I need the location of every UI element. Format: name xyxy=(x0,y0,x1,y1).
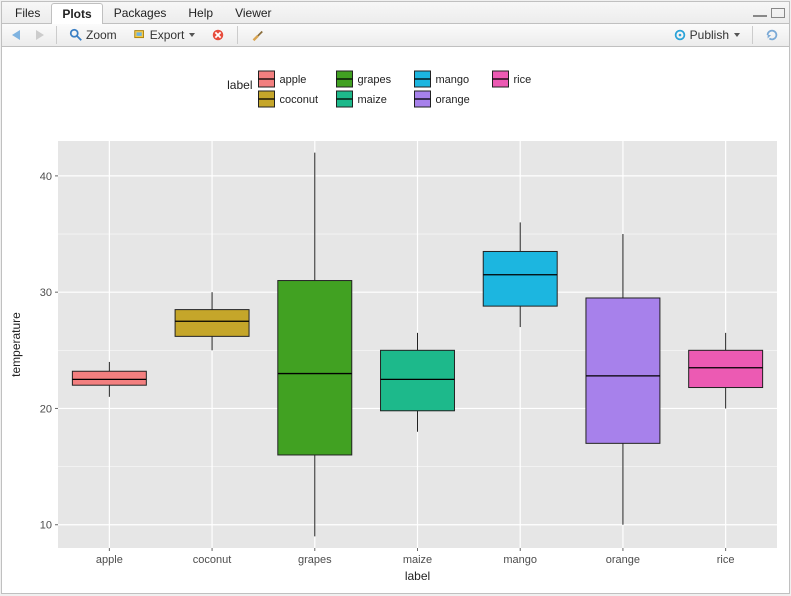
plot-area: 10 20 30 40 temperature apple coconut grapes mai… xyxy=(2,47,789,593)
pane-tabs: Files Plots Packages Help Viewer xyxy=(2,2,789,24)
export-button[interactable]: Export xyxy=(127,25,202,45)
svg-text:apple: apple xyxy=(280,74,307,86)
chevron-down-icon xyxy=(189,33,195,37)
publish-label: Publish xyxy=(690,28,729,42)
svg-text:grapes: grapes xyxy=(358,74,392,86)
remove-plot-button[interactable] xyxy=(205,25,231,45)
clear-all-button[interactable] xyxy=(244,25,270,45)
tab-plots[interactable]: Plots xyxy=(51,3,102,24)
zoom-button[interactable]: Zoom xyxy=(63,25,123,45)
export-label: Export xyxy=(150,28,185,42)
svg-text:grapes: grapes xyxy=(298,554,332,566)
tab-packages[interactable]: Packages xyxy=(103,2,178,23)
svg-text:maize: maize xyxy=(403,554,432,566)
plots-toolbar: Zoom Export Publish xyxy=(2,24,789,47)
svg-text:orange: orange xyxy=(606,554,640,566)
prev-plot-button[interactable] xyxy=(6,27,26,43)
svg-text:coconut: coconut xyxy=(280,94,319,106)
publish-icon xyxy=(673,28,687,42)
svg-text:mango: mango xyxy=(436,74,470,86)
arrow-right-icon xyxy=(36,30,44,40)
maximize-icon[interactable] xyxy=(771,8,785,18)
svg-text:30: 30 xyxy=(40,287,52,299)
publish-button[interactable]: Publish xyxy=(667,25,746,45)
svg-text:rice: rice xyxy=(514,74,532,86)
tab-help[interactable]: Help xyxy=(177,2,224,23)
zoom-icon xyxy=(69,28,83,42)
broom-icon xyxy=(250,28,264,42)
tab-viewer[interactable]: Viewer xyxy=(224,2,282,23)
svg-text:coconut: coconut xyxy=(193,554,232,566)
svg-text:40: 40 xyxy=(40,171,52,183)
refresh-button[interactable] xyxy=(759,25,785,45)
svg-text:20: 20 xyxy=(40,403,52,415)
next-plot-button[interactable] xyxy=(30,27,50,43)
svg-text:rice: rice xyxy=(717,554,735,566)
minimize-icon[interactable] xyxy=(753,15,767,17)
chevron-down-icon xyxy=(734,33,740,37)
svg-text:label: label xyxy=(405,569,430,583)
svg-text:mango: mango xyxy=(503,554,537,566)
export-icon xyxy=(133,28,147,42)
svg-text:orange: orange xyxy=(436,94,470,106)
zoom-label: Zoom xyxy=(86,28,117,42)
arrow-left-icon xyxy=(12,30,20,40)
svg-text:10: 10 xyxy=(40,520,52,532)
svg-text:label: label xyxy=(227,78,252,92)
remove-icon xyxy=(211,28,225,42)
refresh-icon xyxy=(765,28,779,42)
svg-text:temperature: temperature xyxy=(9,312,23,377)
svg-text:maize: maize xyxy=(358,94,387,106)
svg-text:apple: apple xyxy=(96,554,123,566)
boxplot-chart: 10 20 30 40 temperature apple coconut grapes mai… xyxy=(2,47,791,590)
tab-files[interactable]: Files xyxy=(4,2,51,23)
